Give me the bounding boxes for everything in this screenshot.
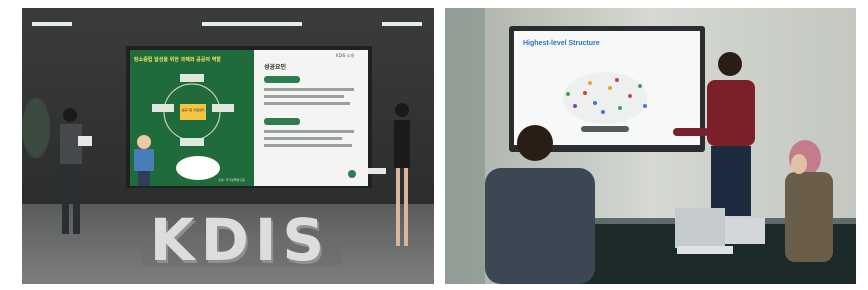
meeting-room-photo: Highest-level Structure	[445, 8, 856, 284]
slide-footer-note: 출처: 국가정책연구원	[218, 178, 245, 182]
kdis-logo-sculpture: KDIS	[149, 206, 331, 274]
meeting-room-scene	[445, 8, 856, 284]
network-graph	[563, 72, 647, 124]
slide-tag: KDIS 소개	[336, 53, 355, 58]
slide-side-heading: 성공요인	[264, 64, 287, 71]
screen-title: Highest-level Structure	[523, 40, 600, 47]
slide-center-label: 공공기관 지원센터	[181, 108, 205, 112]
kdis-presentation-photo: 탄소중립 달성을 위한 과제와 공공의 역할 KDIS 소개 성공요인 공공기관…	[22, 8, 434, 284]
slide-title: 탄소중립 달성을 위한 과제와 공공의 역할	[134, 57, 221, 63]
